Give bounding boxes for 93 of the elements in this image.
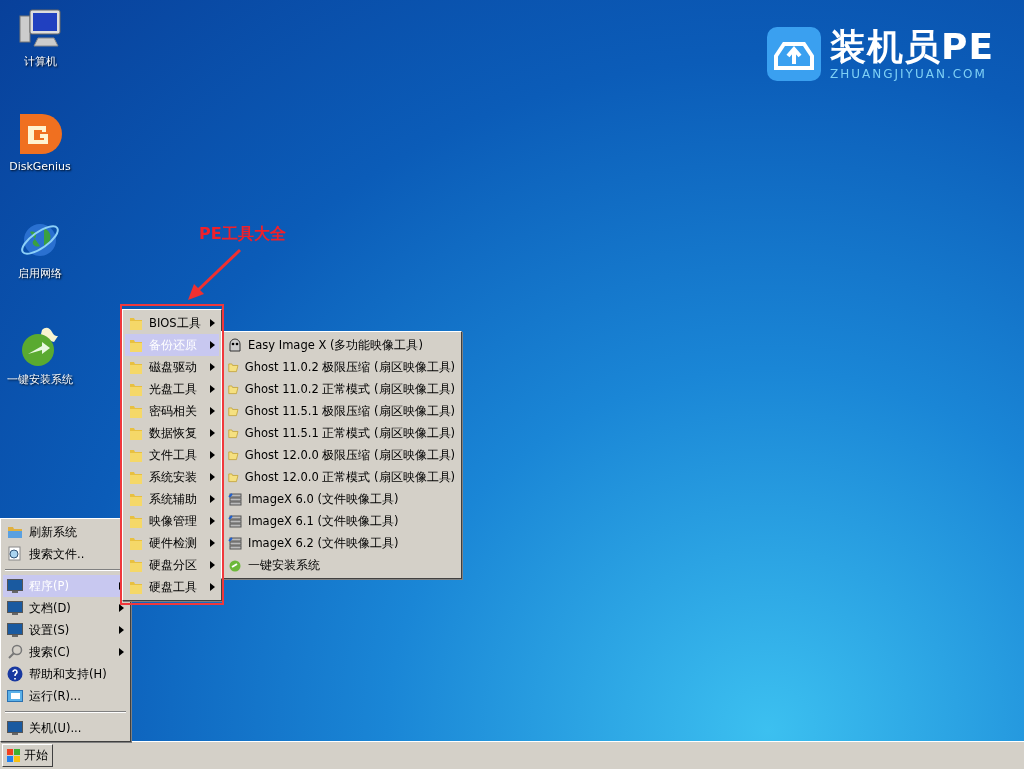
submenu-item[interactable]: Ghost 11.5.1 极限压缩 (扇区映像工具) (224, 400, 459, 422)
start-menu-item[interactable]: 关机(U)... (3, 717, 128, 739)
folder-icon (129, 513, 143, 529)
caret-icon (210, 495, 215, 503)
submenu-item[interactable]: ImageX 6.1 (文件映像工具) (224, 510, 459, 532)
annotation-label: PE工具大全 (199, 224, 286, 245)
disk-stack-icon (228, 514, 242, 528)
folder-icon (228, 426, 239, 440)
caret-icon (210, 451, 215, 459)
monitor-icon (7, 721, 23, 735)
submenu-item[interactable]: Ghost 11.0.2 极限压缩 (扇区映像工具) (224, 356, 459, 378)
caret-icon (210, 583, 215, 591)
caret-icon (210, 473, 215, 481)
folder-icon (129, 425, 143, 441)
folder-icon (129, 315, 143, 331)
submenu-item[interactable]: Ghost 11.0.2 正常模式 (扇区映像工具) (224, 378, 459, 400)
start-menu-item[interactable]: 设置(S) (3, 619, 128, 641)
caret-icon (119, 626, 124, 634)
start-menu-item[interactable]: 刷新系统 (3, 521, 128, 543)
desktop-icon-label[interactable]: 计算机 (23, 54, 57, 69)
submenu-item[interactable]: Ghost 12.0.0 正常模式 (扇区映像工具) (224, 466, 459, 488)
submenu-item[interactable]: ImageX 6.2 (文件映像工具) (224, 532, 459, 554)
folder-icon (129, 381, 143, 397)
desktop-icon-label[interactable]: 一键安装系统 (7, 372, 73, 387)
search-icon (7, 644, 23, 660)
computer-icon (18, 6, 62, 50)
programs-menu-item[interactable]: 密码相关 (125, 400, 219, 422)
folder-icon (7, 524, 23, 540)
caret-icon (119, 648, 124, 656)
folder-icon (129, 337, 143, 353)
programs-menu-item[interactable]: 硬件检测 (125, 532, 219, 554)
caret-icon (210, 319, 215, 327)
run-icon (7, 689, 23, 703)
start-menu-item[interactable]: 搜索(C) (3, 641, 128, 663)
programs-menu-item[interactable]: 光盘工具 (125, 378, 219, 400)
submenu-item[interactable]: Ghost 12.0.0 极限压缩 (扇区映像工具) (224, 444, 459, 466)
windows-logo-icon (7, 748, 21, 763)
programs-menu-item[interactable]: 数据恢复 (125, 422, 219, 444)
submenu-item[interactable]: 一键安装系统 (224, 554, 459, 576)
folder-icon (228, 470, 239, 484)
folder-icon (129, 557, 143, 573)
annotation-arrow (186, 248, 242, 302)
folder-icon (129, 491, 143, 507)
submenu-item[interactable]: Easy Image X (多功能映像工具) (224, 334, 459, 356)
programs-menu-item[interactable]: 磁盘驱动 (125, 356, 219, 378)
caret-icon (210, 429, 215, 437)
folder-icon (228, 404, 239, 418)
caret-icon (210, 561, 215, 569)
programs-menu-item[interactable]: 系统安装 (125, 466, 219, 488)
submenu-item[interactable]: Ghost 11.5.1 正常模式 (扇区映像工具) (224, 422, 459, 444)
folder-icon (129, 359, 143, 375)
folder-icon (129, 535, 143, 551)
caret-icon (119, 604, 124, 612)
disk-app-icon (18, 112, 62, 156)
programs-menu-item[interactable]: 映像管理 (125, 510, 219, 532)
monitor-icon (7, 579, 23, 593)
arrow-disc-icon (228, 558, 242, 572)
folder-icon (228, 382, 239, 396)
ghost-icon (228, 338, 242, 352)
folder-icon (129, 469, 143, 485)
start-menu-item[interactable]: 运行(R)... (3, 685, 128, 707)
logo-title: 装机员PE (830, 27, 994, 67)
programs-menu-item[interactable]: BIOS工具 (125, 312, 219, 334)
caret-icon (210, 385, 215, 393)
logo-subtitle: ZHUANGJIYUAN.COM (830, 67, 988, 81)
disk-stack-icon (228, 536, 242, 550)
programs-menu-item[interactable]: 硬盘分区 (125, 554, 219, 576)
desktop-icon-label[interactable]: 启用网络 (18, 266, 62, 281)
start-menu-item[interactable]: 搜索文件.. (3, 543, 128, 565)
folder-icon (129, 403, 143, 419)
search-document-icon (7, 546, 23, 562)
programs-menu-item[interactable]: 硬盘工具 (125, 576, 219, 598)
caret-icon (210, 517, 215, 525)
folder-icon (129, 447, 143, 463)
caret-icon (210, 341, 215, 349)
upload-tray-icon (766, 26, 822, 82)
programs-menu-item[interactable]: 文件工具 (125, 444, 219, 466)
help-icon (7, 666, 23, 682)
desktop-icon-label[interactable]: DiskGenius (9, 160, 71, 173)
disk-stack-icon (228, 492, 242, 506)
caret-icon (210, 363, 215, 371)
folder-icon (228, 360, 239, 374)
caret-icon (210, 539, 215, 547)
folder-icon (129, 579, 143, 595)
caret-icon (210, 407, 215, 415)
monitor-icon (7, 623, 23, 637)
start-button[interactable]: 开始 (2, 744, 53, 767)
start-menu-item[interactable]: 帮助和支持(H) (3, 663, 128, 685)
submenu-item[interactable]: ImageX 6.0 (文件映像工具) (224, 488, 459, 510)
monitor-icon (7, 601, 23, 615)
programs-menu-item[interactable]: 系统辅助 (125, 488, 219, 510)
folder-icon (228, 448, 239, 462)
start-menu-item[interactable]: 文档(D) (3, 597, 128, 619)
